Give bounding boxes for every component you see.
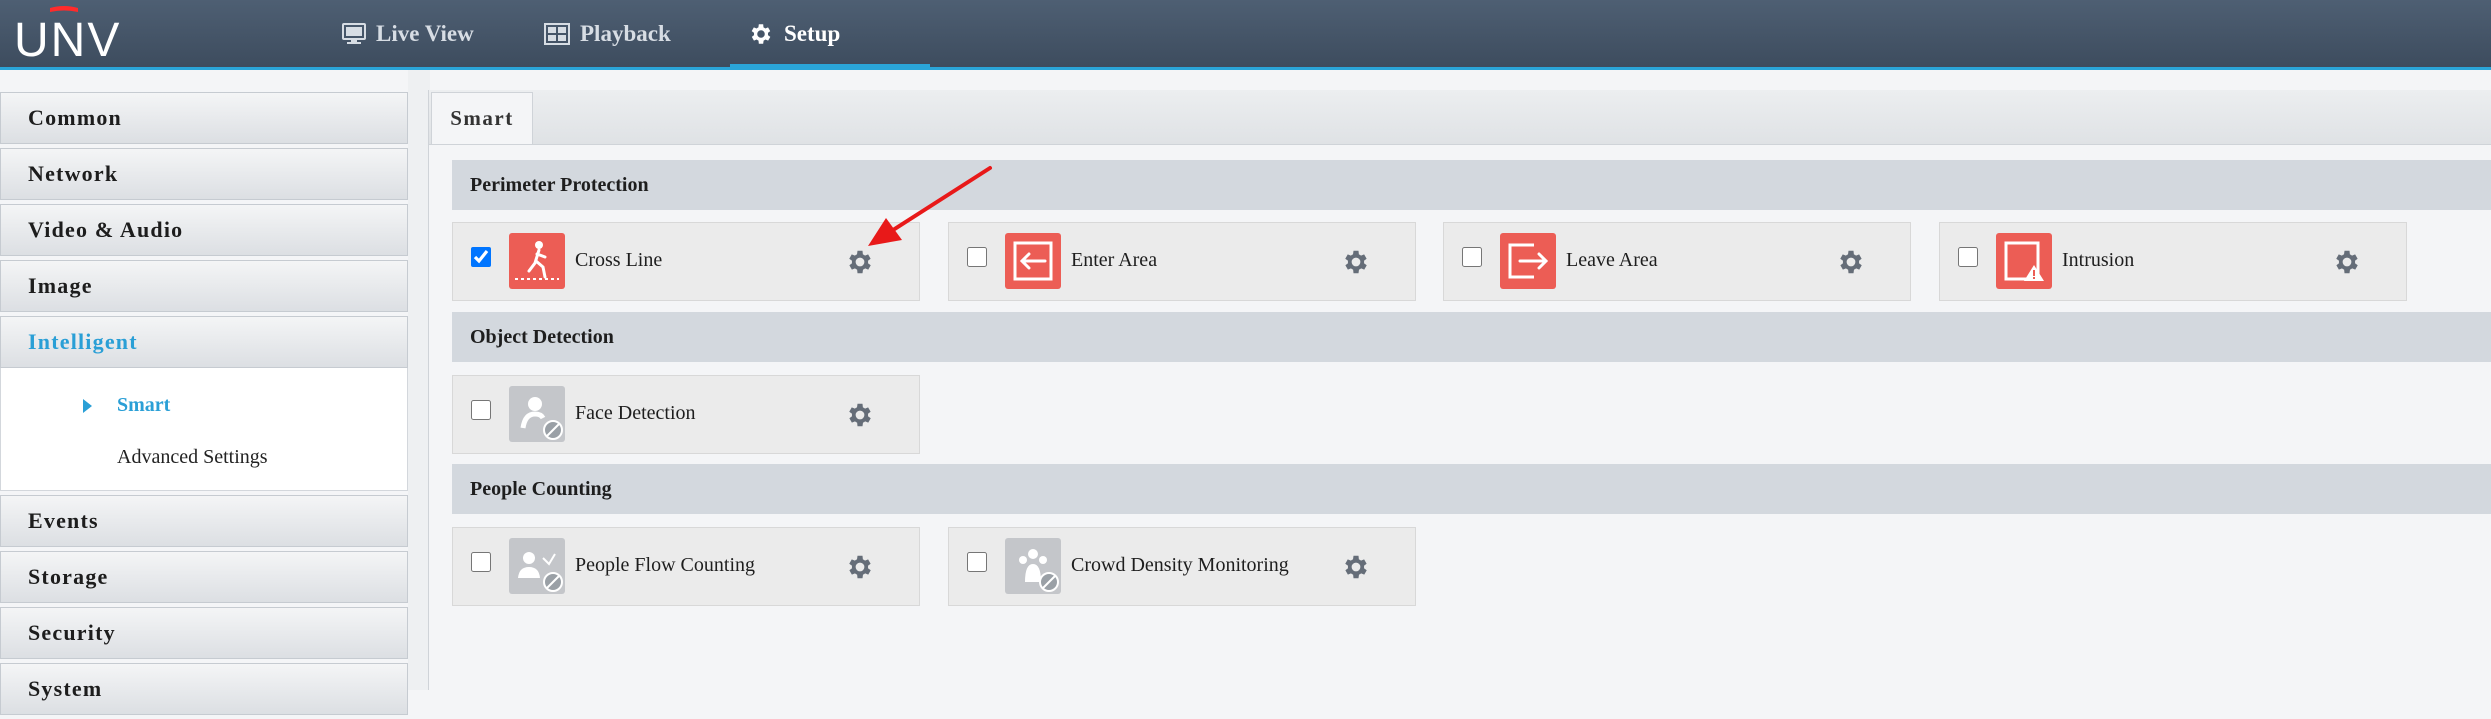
unv-logo: UNV: [14, 6, 121, 62]
intrusion-label: Intrusion: [2062, 249, 2135, 271]
sidebar-item-storage[interactable]: Storage: [0, 551, 408, 603]
card-enter-area: Enter Area: [948, 222, 1416, 301]
people-flow-counting-checkbox[interactable]: [471, 552, 491, 572]
sidebar-item-events[interactable]: Events: [0, 495, 408, 547]
section-header-people-counting: People Counting: [452, 464, 2491, 514]
content-tabstrip: Smart: [429, 90, 2491, 145]
intrusion-icon: [1996, 233, 2052, 289]
active-tab-underline: [730, 64, 930, 68]
sidebar-item-label: Storage: [28, 564, 109, 589]
sidebar-item-label: Intelligent: [28, 329, 138, 354]
monitor-icon: [342, 22, 366, 45]
tab-setup[interactable]: Setup: [748, 0, 840, 67]
card-leave-area: Leave Area: [1443, 222, 1911, 301]
crowd-density-monitoring-checkbox[interactable]: [967, 552, 987, 572]
enter-area-icon: [1005, 233, 1061, 289]
enter-area-label: Enter Area: [1071, 249, 1158, 271]
cross-line-icon: [509, 233, 565, 289]
sidebar-item-common[interactable]: Common: [0, 92, 408, 144]
section-header-perimeter-protection: Perimeter Protection: [452, 160, 2491, 210]
top-navigation-bar: UNV Live View Playback Setup: [0, 0, 2491, 70]
sidebar-item-label: Video & Audio: [28, 217, 184, 242]
submenu-item-smart[interactable]: Smart: [117, 394, 170, 417]
sidebar: Common Network Video & Audio Image Intel…: [0, 92, 408, 719]
sidebar-item-label: Security: [28, 620, 116, 645]
intelligent-submenu: Smart Advanced Settings: [0, 368, 408, 491]
playback-icon: [544, 22, 570, 45]
cross-line-label: Cross Line: [575, 249, 663, 271]
sidebar-item-label: System: [28, 676, 103, 701]
intrusion-checkbox[interactable]: [1958, 247, 1978, 267]
tab-live-view[interactable]: Live View: [342, 0, 474, 67]
sidebar-item-label: Network: [28, 161, 119, 186]
main-panel: Smart Perimeter Protection Cross Line En…: [428, 90, 2491, 690]
crowd-density-monitoring-label: Crowd Density Monitoring: [1071, 554, 1289, 576]
tab-smart[interactable]: Smart: [431, 92, 533, 144]
tab-setup-label: Setup: [784, 20, 841, 46]
card-crowd-density-monitoring: Crowd Density Monitoring: [948, 527, 1416, 606]
sidebar-item-label: Events: [28, 508, 99, 533]
card-face-detection: Face Detection: [452, 375, 920, 454]
enter-area-settings-gear-icon[interactable]: [1341, 247, 1371, 277]
face-detection-settings-gear-icon[interactable]: [845, 400, 875, 430]
people-flow-counting-settings-gear-icon[interactable]: [845, 552, 875, 582]
tab-playback[interactable]: Playback: [544, 0, 671, 67]
sidebar-item-intelligent[interactable]: Intelligent: [0, 316, 408, 368]
face-detection-icon: [509, 386, 565, 442]
sidebar-item-security[interactable]: Security: [0, 607, 408, 659]
sidebar-item-label: Common: [28, 105, 122, 130]
tab-live-view-label: Live View: [376, 20, 474, 46]
cross-line-checkbox[interactable]: [471, 247, 491, 267]
annotation-arrow-icon: [868, 166, 992, 246]
sidebar-gutter: [408, 70, 430, 690]
sidebar-item-image[interactable]: Image: [0, 260, 408, 312]
face-detection-checkbox[interactable]: [471, 400, 491, 420]
intrusion-settings-gear-icon[interactable]: [2332, 247, 2362, 277]
card-people-flow-counting: People Flow Counting: [452, 527, 920, 606]
leave-area-settings-gear-icon[interactable]: [1836, 247, 1866, 277]
people-flow-icon: [509, 538, 565, 594]
sidebar-item-video-audio[interactable]: Video & Audio: [0, 204, 408, 256]
face-detection-label: Face Detection: [575, 402, 696, 424]
submenu-item-advanced-settings[interactable]: Advanced Settings: [117, 446, 268, 469]
sidebar-item-label: Image: [28, 273, 93, 298]
leave-area-label: Leave Area: [1566, 249, 1658, 271]
crowd-density-monitoring-settings-gear-icon[interactable]: [1341, 552, 1371, 582]
gear-icon: [748, 21, 774, 47]
brand-text: UNV: [14, 14, 121, 62]
caret-right-icon: [83, 399, 92, 413]
card-cross-line: Cross Line: [452, 222, 920, 301]
section-header-object-detection: Object Detection: [452, 312, 2491, 362]
card-intrusion: Intrusion: [1939, 222, 2407, 301]
leave-area-checkbox[interactable]: [1462, 247, 1482, 267]
sidebar-item-system[interactable]: System: [0, 663, 408, 715]
crowd-density-icon: [1005, 538, 1061, 594]
sidebar-item-network[interactable]: Network: [0, 148, 408, 200]
people-flow-counting-label: People Flow Counting: [575, 554, 756, 576]
leave-area-icon: [1500, 233, 1556, 289]
tab-playback-label: Playback: [580, 20, 671, 46]
